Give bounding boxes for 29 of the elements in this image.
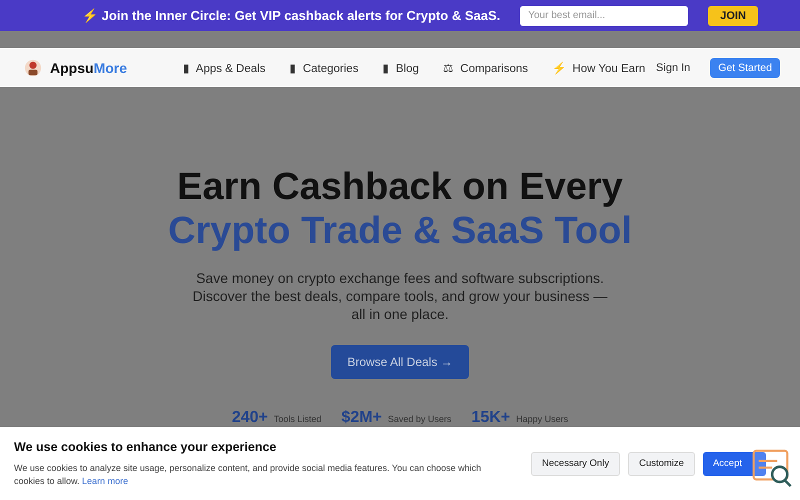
email-field[interactable]: Your best email...: [520, 6, 688, 26]
browse-deals-button[interactable]: Browse All Deals →: [331, 345, 469, 380]
stat-value: $2M+: [341, 409, 382, 428]
get-started-button[interactable]: Get Started: [710, 58, 780, 78]
nav-link[interactable]: ▮ Apps & Deals: [183, 60, 266, 75]
cookie-button[interactable]: Accept: [702, 452, 766, 476]
nav-link[interactable]: ⚡ How You Earn: [552, 60, 646, 75]
cookie-button[interactable]: Necessary Only: [531, 452, 620, 476]
sign-in-link[interactable]: Sign In: [656, 62, 690, 74]
join-button[interactable]: JOIN: [708, 6, 758, 26]
cookie-button[interactable]: Customize: [628, 452, 695, 476]
avatar-logo-icon: [24, 58, 42, 77]
hero-subtitle: Save money on crypto exchange fees and software subscriptions. Discover the best deals, compare tools, and grow your business — all in one place.: [192, 269, 608, 324]
promo-text: ⚡ Join the Inner Circle: Get VIP cashback alerts for Crypto & SaaS.: [82, 8, 500, 24]
stat-value: 240+: [232, 409, 268, 428]
cookie-title: We use cookies to enhance your experience: [14, 440, 278, 454]
nav-link[interactable]: ▮ Blog: [382, 60, 419, 75]
hero-title: Crypto Trade & SaaS Tool: [168, 209, 632, 254]
stat-label: Happy Users: [516, 414, 568, 424]
nav-link[interactable]: ⚖ Comparisons: [442, 60, 528, 75]
search-widget-icon[interactable]: [752, 449, 794, 488]
stat-label: Saved by Users: [388, 414, 452, 424]
brand-name[interactable]: AppsuMore: [50, 60, 128, 76]
learn-more-link[interactable]: Learn more: [82, 476, 128, 486]
stat-value: 15K+: [471, 409, 510, 428]
cookie-text: We use cookies to analyze site usage, personalize content, and provide social media features. You can choose which cookies to allow. Learn more: [14, 462, 482, 488]
nav-link[interactable]: ▮ Categories: [289, 60, 358, 75]
stat-label: Tools Listed: [274, 414, 322, 424]
hero-title: Earn Cashback on Every: [177, 165, 623, 210]
